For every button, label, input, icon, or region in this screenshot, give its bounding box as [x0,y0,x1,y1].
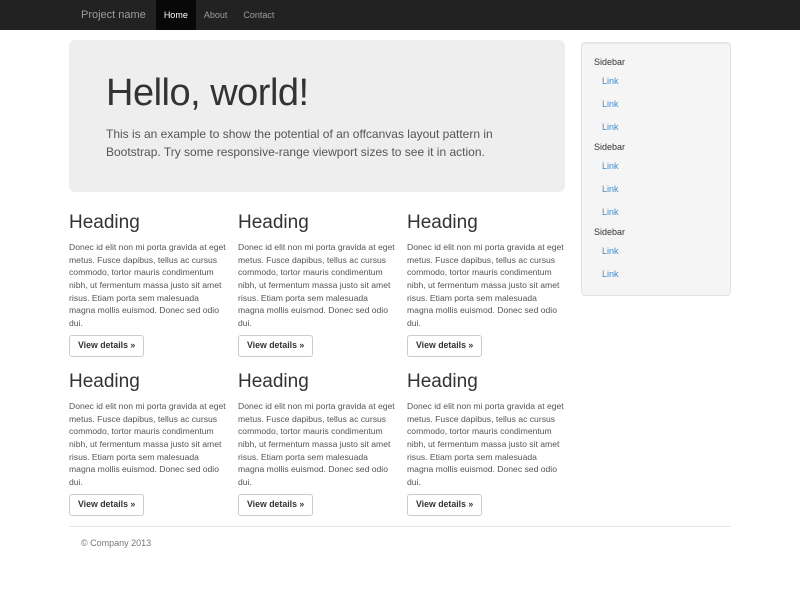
jumbotron: Hello, world! This is an example to show… [69,40,565,192]
card: Heading Donec id elit non mi porta gravi… [238,357,396,516]
card: Heading Donec id elit non mi porta gravi… [407,192,565,357]
card-body-text: Donec id elit non mi porta gravida at eg… [238,241,396,329]
view-details-button[interactable]: View details » [407,494,482,516]
jumbotron-description: This is an example to show the potential… [106,125,528,161]
nav-item-home: Home [156,0,196,30]
card-heading: Heading [407,212,565,234]
page-container: Hello, world! This is an example to show… [69,40,731,548]
card: Heading Donec id elit non mi porta gravi… [69,192,227,357]
footer-divider [69,526,731,527]
card-body-text: Donec id elit non mi porta gravida at eg… [69,400,227,488]
navbar-container: Project name Home About Contact [69,0,731,30]
sidebar-heading: Sidebar [594,223,718,239]
nav-item-about: About [196,0,236,30]
sidebar-link[interactable]: Link [594,177,718,200]
nav-link-about[interactable]: About [196,0,236,30]
sidebar-link[interactable]: Link [594,115,718,138]
card-body-text: Donec id elit non mi porta gravida at eg… [69,241,227,329]
sidebar-link[interactable]: Link [594,69,718,92]
cards-row-1: Heading Donec id elit non mi porta gravi… [69,192,565,357]
nav-link-home[interactable]: Home [156,0,196,30]
card: Heading Donec id elit non mi porta gravi… [69,357,227,516]
card-body-text: Donec id elit non mi porta gravida at eg… [407,241,565,329]
card-body-text: Donec id elit non mi porta gravida at eg… [407,400,565,488]
copyright-text: © Company 2013 [69,538,731,548]
view-details-button[interactable]: View details » [407,335,482,357]
navbar-menu: Home About Contact [156,0,283,30]
view-details-button[interactable]: View details » [69,335,144,357]
content-row: Hello, world! This is an example to show… [69,40,731,516]
sidebar-link[interactable]: Link [594,262,718,285]
sidebar-link[interactable]: Link [594,239,718,262]
sidebar-link[interactable]: Link [594,154,718,177]
card-heading: Heading [69,371,227,393]
page-title: Hello, world! [106,72,528,115]
card-heading: Heading [238,212,396,234]
nav-item-contact: Contact [235,0,282,30]
card: Heading Donec id elit non mi porta gravi… [238,192,396,357]
nav-link-contact[interactable]: Contact [235,0,282,30]
card-heading: Heading [407,371,565,393]
sidebar-well: Sidebar Link Link Link Sidebar Link Link… [581,42,731,296]
sidebar-heading: Sidebar [594,138,718,154]
card-body-text: Donec id elit non mi porta gravida at eg… [238,400,396,488]
cards-row-2: Heading Donec id elit non mi porta gravi… [69,357,565,516]
view-details-button[interactable]: View details » [69,494,144,516]
view-details-button[interactable]: View details » [238,335,313,357]
sidebar-link[interactable]: Link [594,200,718,223]
card-heading: Heading [69,212,227,234]
top-navbar: Project name Home About Contact [0,0,800,30]
card-heading: Heading [238,371,396,393]
sidebar-heading: Sidebar [594,53,718,69]
main-column: Hello, world! This is an example to show… [69,40,565,516]
brand-link[interactable]: Project name [69,0,156,30]
page-footer: © Company 2013 [69,538,731,548]
sidebar-link[interactable]: Link [594,92,718,115]
view-details-button[interactable]: View details » [238,494,313,516]
card: Heading Donec id elit non mi porta gravi… [407,357,565,516]
